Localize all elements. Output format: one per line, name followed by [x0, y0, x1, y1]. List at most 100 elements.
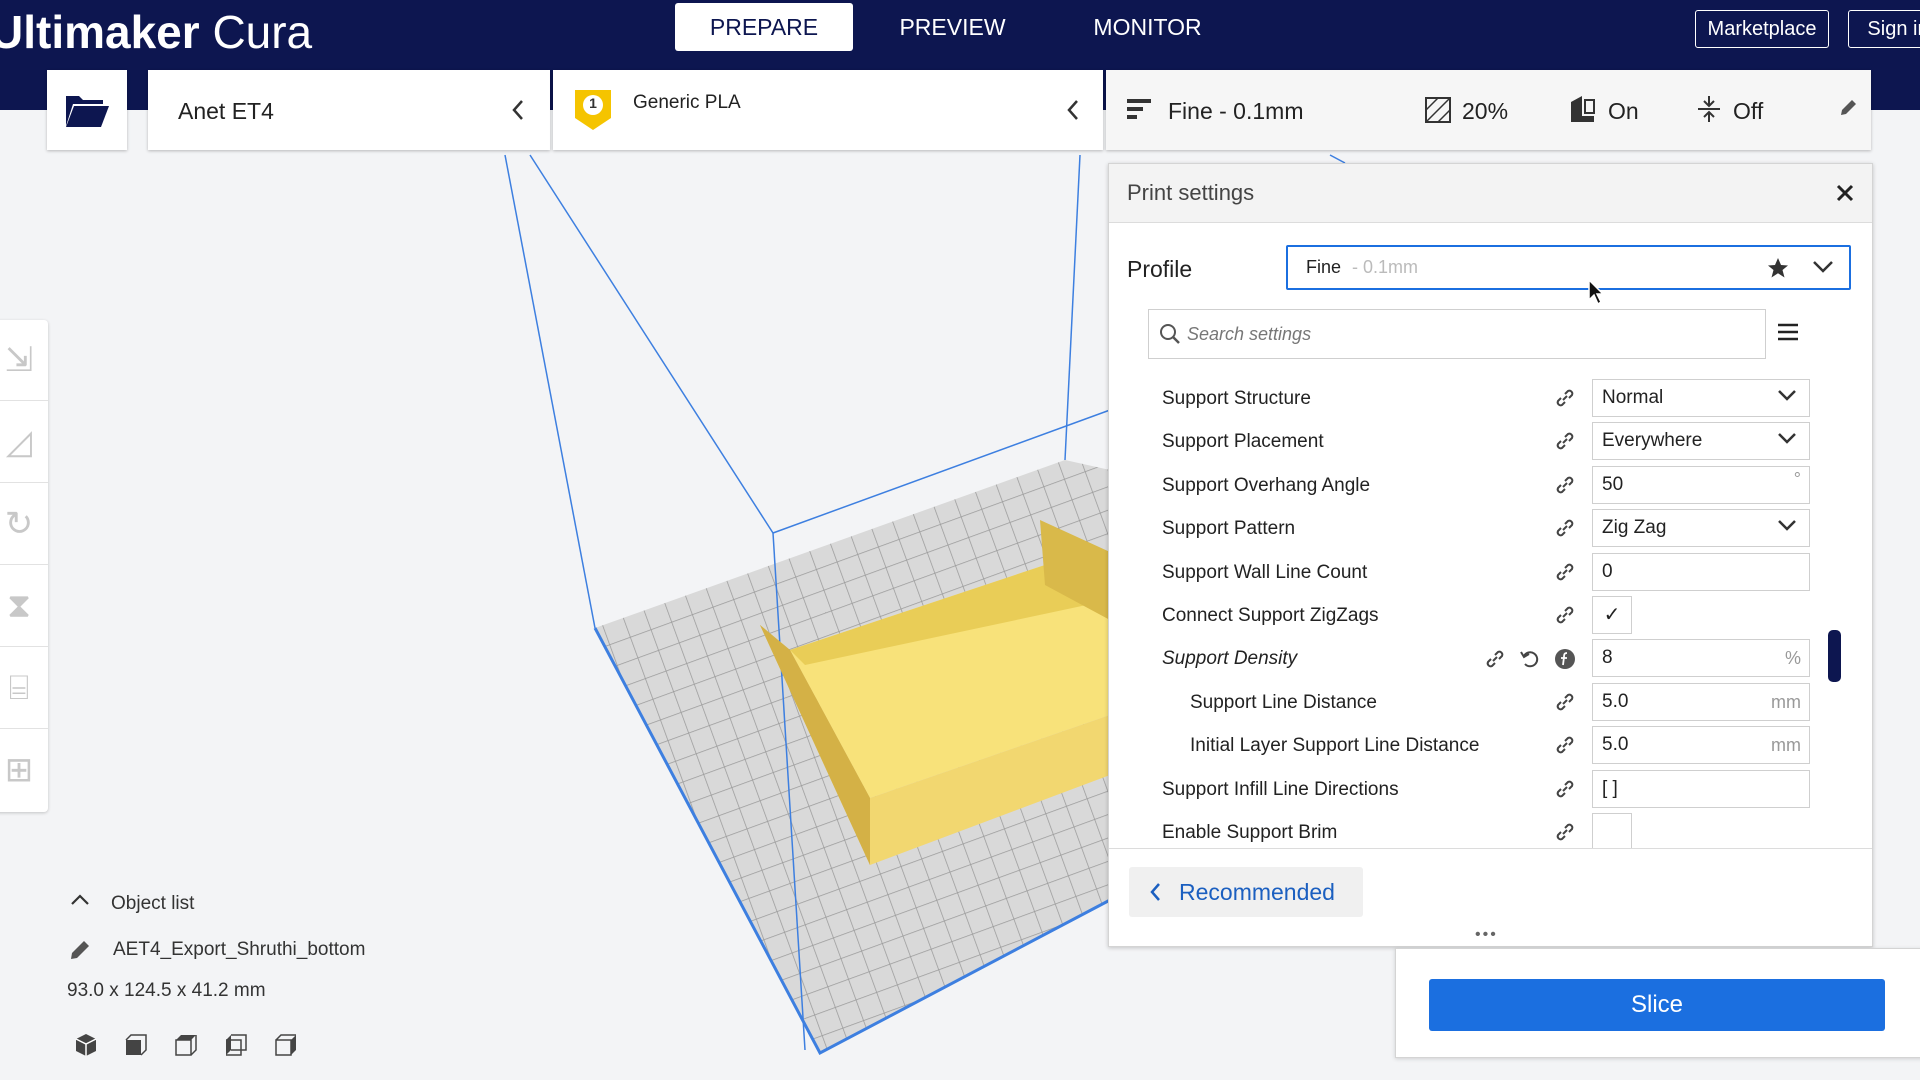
chevron-left-icon: [1067, 100, 1078, 120]
scale-icon: ◿: [5, 423, 33, 461]
link-icon[interactable]: [1554, 561, 1576, 583]
scale-tool[interactable]: ◿: [0, 402, 48, 483]
tab-monitor[interactable]: MONITOR: [1060, 3, 1235, 51]
slice-button[interactable]: Slice: [1429, 979, 1885, 1031]
header-bar: Ultimaker Cura PREPARE PREVIEW MONITOR M…: [0, 0, 1920, 68]
link-icon[interactable]: [1554, 778, 1576, 800]
function-icon[interactable]: [1554, 648, 1576, 670]
setting-label: Connect Support ZigZags: [1162, 605, 1379, 626]
setting-label: Enable Support Brim: [1162, 822, 1338, 843]
link-icon[interactable]: [1554, 430, 1576, 452]
connect-zigzags-checkbox[interactable]: ✓: [1592, 596, 1632, 634]
slice-panel: Slice: [1395, 948, 1920, 1058]
object-name: AET4_Export_Shruthi_bottom: [113, 939, 366, 960]
link-icon[interactable]: [1554, 604, 1576, 626]
pencil-icon[interactable]: [68, 938, 92, 962]
link-icon[interactable]: [1554, 474, 1576, 496]
setting-label: Support Wall Line Count: [1162, 562, 1368, 583]
support-density-field[interactable]: 8%: [1592, 639, 1810, 677]
support-placement-dropdown[interactable]: Everywhere: [1592, 422, 1810, 460]
setting-label: Support Pattern: [1162, 518, 1296, 539]
marketplace-button[interactable]: Marketplace: [1695, 10, 1829, 48]
open-file-button[interactable]: [47, 70, 127, 150]
rotate-icon: ↻: [4, 505, 34, 543]
app-logo: Ultimaker Cura: [0, 6, 313, 58]
support-pattern-dropdown[interactable]: Zig Zag: [1592, 509, 1810, 547]
per-model-settings-tool[interactable]: ⌸: [0, 648, 48, 729]
folder-icon: [66, 96, 109, 127]
overhang-angle-field[interactable]: 50 °: [1592, 466, 1810, 504]
link-icon[interactable]: [1554, 821, 1576, 843]
wall-line-count-field[interactable]: 0: [1592, 553, 1810, 591]
mirror-icon: ⧗: [7, 586, 31, 625]
line-distance-field[interactable]: 5.0 mm: [1592, 683, 1810, 721]
setting-label: Support Structure: [1162, 388, 1311, 409]
settings-scrollbar[interactable]: [1828, 630, 1841, 682]
chevron-left-icon: [1150, 883, 1160, 901]
printer-selector[interactable]: Anet ET4: [148, 70, 550, 150]
resize-handle-icon[interactable]: •••: [1475, 926, 1498, 944]
chevron-left-icon: [512, 100, 523, 120]
move-tool[interactable]: ⇲: [0, 320, 48, 401]
search-placeholder: Search settings: [1187, 324, 1312, 344]
view-left-icon[interactable]: [223, 1032, 249, 1058]
per-model-icon: ⌸: [8, 668, 30, 707]
link-icon[interactable]: [1554, 734, 1576, 756]
chevron-down-icon: [1778, 433, 1796, 444]
setting-label: Support Density: [1162, 648, 1298, 669]
view-3d-icon[interactable]: [73, 1032, 99, 1058]
left-toolbar: ⇲ ◿ ↻ ⧗ ⌸ ⊞: [0, 320, 48, 812]
object-list-header[interactable]: Object list: [111, 893, 194, 915]
adhesion-icon: [1698, 96, 1720, 122]
tab-preview[interactable]: PREVIEW: [870, 3, 1035, 51]
star-icon[interactable]: [1766, 256, 1790, 280]
quality-icon: [1127, 99, 1151, 119]
tab-prepare[interactable]: PREPARE: [675, 3, 853, 51]
profile-dropdown[interactable]: Fine - 0.1mm: [1286, 245, 1851, 290]
panel-title: Print settings: [1127, 180, 1255, 205]
search-icon: [1160, 324, 1180, 344]
setting-label: Support Overhang Angle: [1162, 475, 1371, 496]
setting-label: Support Line Distance: [1190, 692, 1377, 713]
sign-in-button[interactable]: Sign in: [1848, 10, 1920, 48]
printer-name: Anet ET4: [178, 98, 274, 124]
link-icon[interactable]: [1554, 387, 1576, 409]
rotate-tool[interactable]: ↻: [0, 484, 48, 565]
setting-label: Support Placement: [1162, 431, 1324, 452]
link-icon[interactable]: [1484, 648, 1506, 670]
extruder-badge: 1: [573, 88, 613, 132]
support-icon: [1571, 96, 1595, 122]
adhesion-value: Off: [1733, 98, 1764, 124]
mirror-tool[interactable]: ⧗: [0, 566, 48, 647]
initial-line-distance-field[interactable]: 5.0 mm: [1592, 726, 1810, 764]
divider: [1109, 848, 1872, 849]
support-blocker-icon: ⊞: [4, 751, 34, 789]
view-right-icon[interactable]: [273, 1032, 299, 1058]
menu-icon[interactable]: [1777, 322, 1799, 342]
link-icon[interactable]: [1554, 517, 1576, 539]
chevron-down-icon: [1778, 520, 1796, 531]
search-settings-input[interactable]: Search settings: [1148, 309, 1766, 359]
support-blocker-tool[interactable]: ⊞: [0, 730, 48, 810]
link-icon[interactable]: [1554, 691, 1576, 713]
support-structure-dropdown[interactable]: Normal: [1592, 379, 1810, 417]
chevron-down-icon: [1778, 390, 1796, 401]
recommended-button[interactable]: Recommended: [1129, 867, 1363, 917]
enable-brim-checkbox[interactable]: [1592, 813, 1632, 848]
material-selector[interactable]: 1 Generic PLA: [553, 70, 1103, 150]
print-settings-bar[interactable]: Fine - 0.1mm 20% On Off: [1106, 70, 1871, 150]
view-front-icon[interactable]: [123, 1032, 149, 1058]
mouse-cursor-icon: [1588, 278, 1605, 306]
profile-layer-height: - 0.1mm: [1352, 257, 1419, 277]
object-dimensions: 93.0 x 124.5 x 41.2 mm: [67, 980, 266, 1001]
material-name: Generic PLA: [633, 92, 741, 113]
reset-icon[interactable]: [1519, 648, 1541, 670]
chevron-up-icon[interactable]: [70, 893, 90, 907]
view-top-icon[interactable]: [173, 1032, 199, 1058]
support-value: On: [1608, 98, 1639, 124]
infill-directions-field[interactable]: [ ]: [1592, 770, 1810, 808]
profile-name: Fine: [1306, 257, 1342, 277]
close-icon[interactable]: [1836, 184, 1854, 202]
pencil-icon[interactable]: [1838, 98, 1858, 118]
infill-icon: [1425, 97, 1451, 123]
